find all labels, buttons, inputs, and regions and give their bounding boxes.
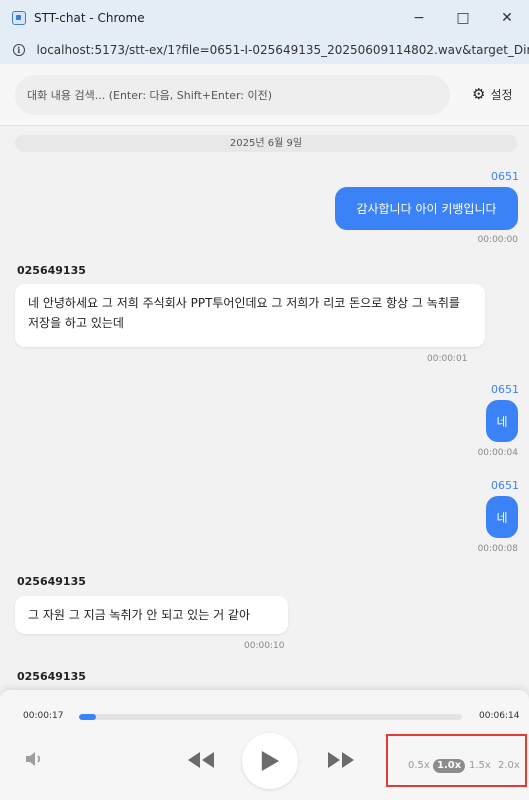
message-time: 00:00:04 [477,448,518,458]
message-bubble: 네 [486,496,518,538]
message-time: 00:00:01 [427,354,468,364]
info-icon[interactable]: i [13,44,25,56]
chat-area[interactable]: 2025년 6월 9일 0651 감사합니다 아이 키뱅입니다 00:00:00… [0,127,529,690]
play-button[interactable] [242,733,298,789]
maximize-button[interactable]: □ [441,0,485,36]
speaker-label: 025649135 [17,575,86,588]
window-titlebar: STT-chat - Chrome − □ ✕ [0,0,529,36]
minimize-button[interactable]: − [397,0,441,36]
progress-fill [79,714,97,720]
total-time: 00:06:14 [479,711,520,721]
gear-icon: ⚙ [472,85,486,103]
close-button[interactable]: ✕ [485,0,529,36]
settings-button[interactable]: ⚙ 설정 [472,85,513,103]
window-controls: − □ ✕ [397,0,529,36]
audio-player: 00:00:17 00:06:14 0.5x 1.0x 1.5x 2.0x [0,690,529,800]
search-input[interactable] [15,75,450,115]
message-bubble: 그 자원 그 지금 녹취가 안 되고 있는 거 같아 [15,596,288,634]
speaker-label: 0651 [491,170,519,183]
app-header: ⚙ 설정 [0,64,529,126]
speaker-label: 025649135 [17,264,86,277]
speaker-label: 0651 [491,479,519,492]
speed-option-0-5x[interactable]: 0.5x [408,760,430,771]
speed-option-1-0x[interactable]: 1.0x [433,759,466,773]
window-title: STT-chat - Chrome [34,11,145,25]
settings-label: 설정 [490,87,513,102]
date-separator: 2025년 6월 9일 [15,135,517,152]
message-bubble: 네 [486,400,518,442]
rewind-icon[interactable] [187,751,215,769]
app-icon [12,11,26,25]
volume-icon[interactable] [24,749,44,769]
speed-selector: 0.5x 1.0x 1.5x 2.0x [386,734,527,787]
url-text[interactable]: localhost:5173/stt-ex/1?file=0651-I-0256… [37,43,529,57]
message-time: 00:00:08 [477,544,518,554]
fast-forward-icon[interactable] [327,751,355,769]
current-time: 00:00:17 [23,711,64,721]
speaker-label: 0651 [491,383,519,396]
progress-bar[interactable] [79,714,462,720]
address-bar[interactable]: i localhost:5173/stt-ex/1?file=0651-I-02… [0,36,529,64]
play-icon [261,751,280,771]
speed-option-2-0x[interactable]: 2.0x [498,760,520,771]
speaker-label: 025649135 [17,670,86,683]
message-bubble: 네 안녕하세요 그 저희 주식회사 PPT투어인데요 그 저희가 리코 돈으로 … [15,284,485,347]
message-time: 00:00:00 [477,235,518,245]
message-bubble: 감사합니다 아이 키뱅입니다 [335,187,518,230]
message-time: 00:00:10 [244,641,285,651]
speed-option-1-5x[interactable]: 1.5x [469,760,491,771]
